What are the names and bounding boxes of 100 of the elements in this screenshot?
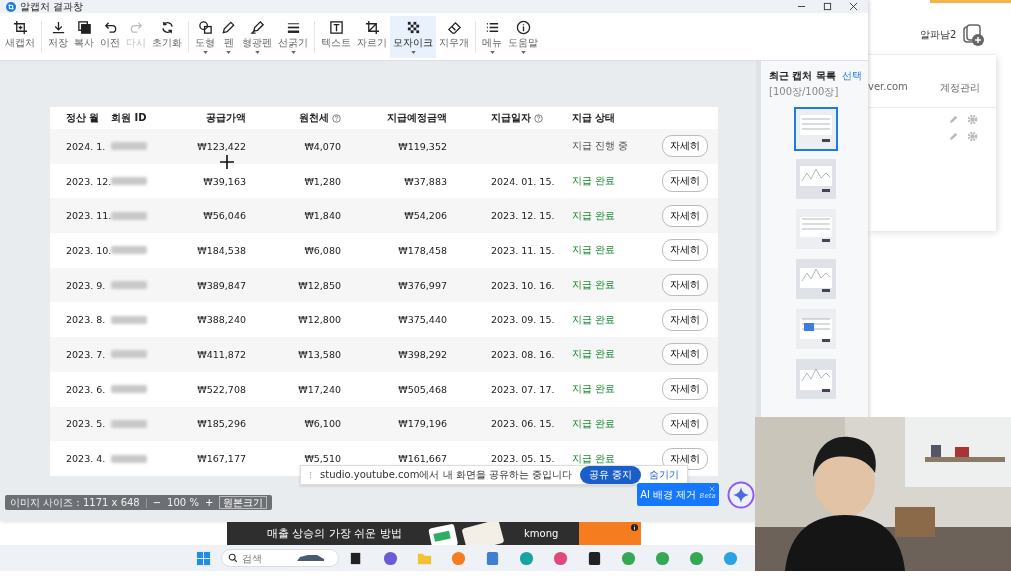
grip-icon[interactable]: [309, 471, 312, 479]
hide-link[interactable]: 숨기기: [649, 468, 680, 482]
gear-icon[interactable]: [967, 131, 978, 142]
table-cell-text: ₩178,458: [397, 244, 447, 256]
table-cell-text: ₩161,667: [397, 453, 447, 465]
panel-title: 최근 캡처 목록: [769, 69, 836, 83]
screenshot-drawing: [795, 159, 836, 199]
detail-button[interactable]: 자세히: [662, 274, 708, 297]
app-icon[interactable]: [587, 550, 602, 566]
detail-button[interactable]: 자세히: [662, 412, 708, 435]
toolbar-button[interactable]: 복사: [71, 15, 97, 58]
stop-sharing-button[interactable]: 공유 중지: [580, 466, 642, 484]
caret-icon: [202, 50, 208, 54]
blurred-id: [111, 177, 147, 186]
thumbnail[interactable]: [793, 207, 838, 251]
screenshot-drawing: [795, 109, 836, 149]
pencil-icon[interactable]: [948, 114, 959, 125]
toolbar-button[interactable]: 이전: [97, 15, 123, 58]
detail-button[interactable]: 자세히: [662, 135, 708, 158]
toolbar-button[interactable]: 펜: [218, 15, 239, 58]
toolbar-button[interactable]: 지우개: [436, 15, 472, 58]
checkerboard-icon: [405, 19, 421, 35]
ad-brand: kmong: [524, 528, 559, 539]
toolbar-button[interactable]: 도움말: [505, 15, 541, 58]
pencil-icon[interactable]: [948, 131, 959, 142]
zoom-level: 100 %: [167, 497, 199, 508]
text-icon: [328, 19, 344, 35]
caret-icon: [254, 50, 260, 54]
thumbnail[interactable]: [793, 157, 838, 201]
screenshot-drawing: [795, 259, 836, 299]
table-cell-text: ₩12,800: [297, 314, 341, 326]
screenshot-drawing: [795, 359, 836, 399]
detail-button[interactable]: 자세히: [662, 239, 708, 262]
chat-icon[interactable]: [383, 550, 398, 566]
toolbar-button[interactable]: 새캡처: [2, 15, 38, 58]
ad-headline: 매출 상승의 가장 쉬운 방법: [267, 526, 402, 541]
table-cell-text: ₩184,538: [196, 244, 246, 256]
search-field[interactable]: 검색: [221, 549, 339, 567]
thumbnail[interactable]: [793, 107, 838, 151]
toolbar-button[interactable]: 모자이크: [390, 15, 436, 58]
image-size-text: 이미지 사이즈 : 1171 x 648: [10, 495, 140, 510]
ad-button[interactable]: [579, 522, 641, 545]
close-icon[interactable]: [849, 2, 858, 11]
download-icon: [50, 19, 66, 35]
caret-icon: [226, 50, 231, 54]
manage-link[interactable]: 계정관리: [940, 81, 980, 95]
copy-icon: [76, 19, 92, 35]
select-link[interactable]: 선택: [842, 69, 862, 83]
detail-button[interactable]: 자세히: [662, 170, 708, 193]
blurred-id: [111, 211, 147, 220]
detail-button[interactable]: 자세히: [662, 343, 708, 366]
capture-count: [100장/100장]: [769, 85, 840, 99]
toolbar-button[interactable]: 텍스트: [318, 15, 354, 58]
table-cell-text: ₩1,280: [303, 175, 341, 187]
table-cell-text: ₩5,510: [303, 453, 341, 465]
maximize-icon[interactable]: [823, 2, 832, 11]
toolbar-button[interactable]: 자르기: [354, 15, 390, 58]
toolbar-button[interactable]: 도형: [192, 15, 218, 58]
search-field[interactable]: 검색: [242, 552, 292, 564]
status-text: 지급 완료: [572, 278, 616, 293]
table-cell: 2024. 01. 15.: [491, 175, 555, 187]
detail-button[interactable]: 자세히: [662, 378, 708, 401]
zoom-out-button[interactable]: −: [152, 497, 162, 508]
toolbar-button[interactable]: 초기화: [149, 15, 185, 58]
caret-icon: [489, 50, 495, 54]
add-account-icon[interactable]: [962, 23, 987, 47]
table-cell-text: ₩167,177: [196, 453, 246, 465]
table-cell-text: ₩13,580: [297, 348, 341, 360]
start-icon[interactable]: [196, 550, 211, 566]
table-cell: 2023. 11. 15.: [491, 244, 555, 256]
table-cell-text: ₩4,070: [303, 140, 341, 152]
status-text: 지급 완료: [572, 382, 616, 397]
toolbar-button[interactable]: 저장: [45, 15, 71, 58]
original-size-button[interactable]: 원본크기: [219, 496, 268, 509]
sparkle-button-icon[interactable]: [727, 481, 755, 509]
ad-banner[interactable]: 매출 상승의 가장 쉬운 방법 kmong: [227, 522, 641, 545]
notepad-icon[interactable]: [485, 550, 500, 566]
blurred-id: [111, 281, 147, 290]
thumbnail[interactable]: [793, 357, 838, 401]
info-icon[interactable]: [631, 524, 638, 531]
toolbar-button[interactable]: 형광펜: [239, 15, 275, 58]
blurred-id: [111, 419, 147, 428]
gear-icon[interactable]: [967, 114, 978, 125]
status-text: 지급 완료: [572, 208, 616, 223]
thumbnail[interactable]: [793, 307, 838, 351]
zoom-in-button[interactable]: +: [204, 497, 214, 508]
toolbar-button[interactable]: 선굵기: [275, 15, 311, 58]
detail-button[interactable]: 자세히: [662, 308, 708, 331]
crop-icon: [364, 19, 380, 35]
detail-button[interactable]: 자세히: [662, 204, 708, 227]
status-text: 지급 진행 중: [572, 139, 629, 154]
pen-icon: [221, 19, 236, 35]
caret-icon: [410, 50, 416, 54]
table-cell-text: ₩375,440: [397, 314, 447, 326]
thumbnail[interactable]: [793, 257, 838, 301]
table-cell-text: ₩6,100: [303, 418, 341, 430]
email-text: ver.com: [868, 81, 908, 94]
detail-button[interactable]: 자세히: [662, 447, 708, 470]
column-header: 지급예정금액: [386, 111, 447, 125]
toolbar-button[interactable]: 메뉴: [479, 15, 505, 58]
